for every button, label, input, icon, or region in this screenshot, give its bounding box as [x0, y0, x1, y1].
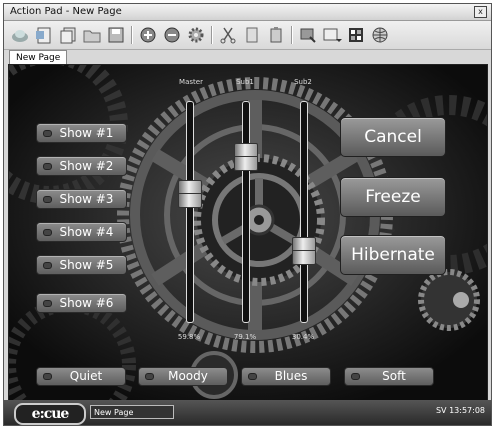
status-led	[43, 163, 52, 170]
cancel-button[interactable]: Cancel	[340, 117, 446, 157]
copy-icon[interactable]	[242, 25, 262, 45]
fader-sub1-handle[interactable]	[234, 143, 258, 171]
fader-sub2-name: Sub2	[294, 78, 312, 86]
quiet-label: Quiet	[69, 369, 103, 383]
toolbar-separator	[211, 26, 213, 44]
copy-doc-icon[interactable]	[58, 25, 78, 45]
soft-button[interactable]: Soft	[344, 367, 434, 386]
show-6-label: Show #6	[59, 296, 114, 310]
fader-sub2-handle[interactable]	[292, 237, 316, 265]
close-button[interactable]: x	[474, 6, 487, 18]
show-4-button[interactable]: Show #4	[36, 222, 127, 242]
tab-new-page[interactable]: New Page	[9, 50, 68, 65]
toolbar-separator	[291, 26, 293, 44]
show-3-label: Show #3	[59, 192, 114, 206]
show-1-button[interactable]: Show #1	[36, 123, 127, 143]
fader-sub2-value: 30.4%	[291, 333, 315, 341]
show-1-label: Show #1	[59, 126, 114, 140]
blues-button[interactable]: Blues	[241, 367, 331, 386]
gear-icon[interactable]	[186, 25, 206, 45]
status-led	[43, 130, 52, 137]
status-led	[248, 373, 257, 380]
moody-label: Moody	[168, 369, 208, 383]
tab-row: New Page	[4, 50, 491, 65]
status-led	[351, 373, 360, 380]
status-bar: e:cue New Page SV 13:57:08	[4, 400, 491, 425]
show-5-label: Show #5	[59, 258, 114, 272]
grid-icon[interactable]	[346, 25, 366, 45]
action-pad-stage: Show #1 Show #2 Show #3 Show #4 Show #5 …	[8, 64, 488, 402]
hibernate-button[interactable]: Hibernate	[340, 235, 446, 275]
folder-open-icon[interactable]	[82, 25, 102, 45]
show-2-button[interactable]: Show #2	[36, 156, 127, 176]
status-led	[43, 262, 52, 269]
toolbar-separator	[131, 26, 133, 44]
show-5-button[interactable]: Show #5	[36, 255, 127, 275]
cloud-icon[interactable]	[10, 25, 30, 45]
server-time: SV 13:57:08	[435, 406, 485, 415]
soft-label: Soft	[382, 369, 406, 383]
fader-sub1-value: 79.1%	[233, 333, 257, 341]
show-3-button[interactable]: Show #3	[36, 189, 127, 209]
status-led	[43, 373, 52, 380]
status-led	[43, 229, 52, 236]
remove-icon[interactable]	[162, 25, 182, 45]
quiet-button[interactable]: Quiet	[36, 367, 126, 386]
fader-master-track[interactable]	[178, 101, 202, 323]
page-dropdown-icon[interactable]	[322, 25, 342, 45]
action-pad-window: Action Pad - New Page x New Page Show #1…	[3, 3, 492, 426]
fader-sub1-name: Sub1	[236, 78, 254, 86]
cut-icon[interactable]	[218, 25, 238, 45]
moody-button[interactable]: Moody	[138, 367, 228, 386]
paste-icon[interactable]	[266, 25, 286, 45]
blues-label: Blues	[274, 369, 308, 383]
current-page-field: New Page	[90, 405, 174, 419]
window-title: Action Pad - New Page	[10, 6, 122, 17]
show-4-label: Show #4	[59, 225, 114, 239]
title-bar: Action Pad - New Page x	[4, 4, 491, 21]
fader-master-name: Master	[179, 78, 203, 86]
save-icon[interactable]	[106, 25, 126, 45]
toolbar	[4, 21, 491, 50]
fader-master-value: 59.8%	[177, 333, 201, 341]
fader-sub1-track[interactable]	[234, 101, 258, 323]
status-led	[145, 373, 154, 380]
new-doc-icon[interactable]	[34, 25, 54, 45]
status-led	[43, 300, 52, 307]
add-icon[interactable]	[138, 25, 158, 45]
freeze-button[interactable]: Freeze	[340, 177, 446, 217]
fader-master-handle[interactable]	[178, 180, 202, 208]
globe-icon[interactable]	[370, 25, 390, 45]
ecue-logo: e:cue	[14, 403, 86, 425]
show-6-button[interactable]: Show #6	[36, 293, 127, 313]
status-led	[43, 196, 52, 203]
show-2-label: Show #2	[59, 159, 114, 173]
fader-sub2-track[interactable]	[292, 101, 316, 323]
properties-icon[interactable]	[298, 25, 318, 45]
